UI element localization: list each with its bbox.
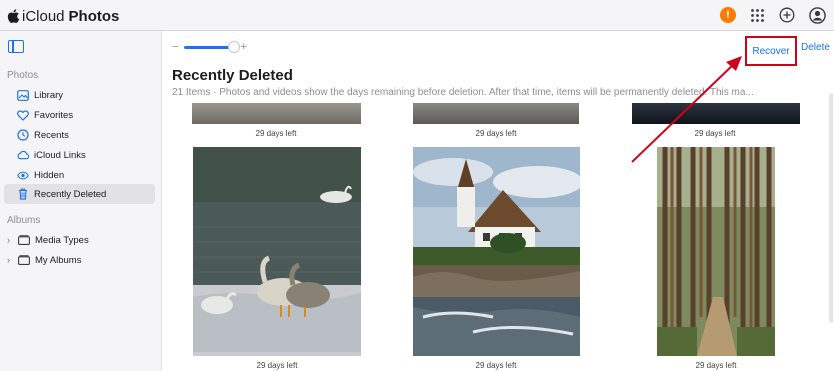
page-subtitle: 21 Items · Photos and videos show the da… <box>172 87 754 98</box>
recover-button[interactable]: Recover <box>745 36 797 66</box>
sidebar-item-icloud-links[interactable]: iCloud Links <box>4 145 155 165</box>
top-bar-actions: ! <box>720 6 826 24</box>
trash-icon <box>17 188 29 200</box>
photo-thumbnail[interactable] <box>192 103 361 124</box>
sidebar-item-hidden[interactable]: Hidden <box>4 165 155 185</box>
zoom-out-icon[interactable]: − <box>172 41 178 53</box>
zoom-handle[interactable] <box>228 40 241 53</box>
scrollbar[interactable] <box>829 93 833 323</box>
brand-name: Photos <box>68 7 120 25</box>
sidebar-item-label: Favorites <box>34 109 74 121</box>
photo-caption: 29 days left <box>695 361 737 370</box>
account-icon[interactable] <box>808 6 826 24</box>
photo-caption: 29 days left <box>256 361 298 370</box>
sidebar-item-label: iCloud Links <box>34 149 86 161</box>
delete-button[interactable]: Delete <box>801 42 830 53</box>
sidebar-item-label: Recents <box>34 129 69 141</box>
app-brand[interactable]: iCloud Photos <box>6 6 119 26</box>
photo-caption: 29 days left <box>255 129 297 138</box>
photo-house-river[interactable] <box>413 147 580 356</box>
photo-caption: 29 days left <box>475 361 517 370</box>
sidebar-item-label: My Albums <box>35 254 82 266</box>
photo-caption: 29 days left <box>694 129 736 138</box>
top-bar: iCloud Photos ! <box>0 0 834 31</box>
apps-grid-icon[interactable] <box>748 6 766 24</box>
heart-icon <box>17 109 29 121</box>
add-icon[interactable] <box>778 6 796 24</box>
apple-logo-icon <box>7 9 20 24</box>
library-icon <box>17 89 29 101</box>
sidebar-item-favorites[interactable]: Favorites <box>4 105 155 125</box>
sidebar: Photos Library Favorites Recents iCloud … <box>0 31 162 371</box>
photo-thumbnail[interactable] <box>413 103 579 124</box>
sidebar-item-library[interactable]: Library <box>4 85 155 105</box>
sidebar-item-label: Media Types <box>35 234 89 246</box>
zoom-track[interactable] <box>184 40 241 53</box>
eye-icon <box>17 169 29 181</box>
zoom-in-icon[interactable]: + <box>240 41 246 53</box>
photo-swans-lake[interactable] <box>193 147 361 356</box>
sidebar-section-albums: Albums <box>7 215 41 226</box>
sidebar-item-recently-deleted[interactable]: Recently Deleted <box>4 184 155 204</box>
zoom-slider[interactable]: − + <box>172 40 247 53</box>
page-title: Recently Deleted <box>172 67 293 84</box>
photo-pine-forest-path[interactable] <box>657 147 775 356</box>
sidebar-item-label: Library <box>34 89 64 101</box>
chevron-right-icon[interactable]: › <box>7 235 15 245</box>
photo-caption: 29 days left <box>475 129 517 138</box>
sidebar-item-label: Recently Deleted <box>34 188 107 200</box>
sidebar-item-label: Hidden <box>34 169 65 181</box>
brand-prefix: iCloud <box>22 7 65 25</box>
alert-badge[interactable]: ! <box>720 7 736 23</box>
sidebar-item-recents[interactable]: Recents <box>4 125 155 145</box>
main-content: − + Recover Delete Recently Deleted 21 I… <box>162 31 834 371</box>
sidebar-item-media-types[interactable]: › Media Types <box>4 230 155 250</box>
sidebar-section-photos: Photos <box>7 70 39 81</box>
clock-icon <box>17 129 29 141</box>
folder-icon <box>18 234 30 246</box>
sidebar-item-my-albums[interactable]: › My Albums <box>4 250 155 270</box>
sidebar-toggle-icon[interactable] <box>8 40 24 53</box>
cloud-link-icon <box>17 149 29 161</box>
folder-icon <box>18 254 30 266</box>
chevron-right-icon[interactable]: › <box>7 255 15 265</box>
photo-thumbnail[interactable] <box>632 103 800 124</box>
